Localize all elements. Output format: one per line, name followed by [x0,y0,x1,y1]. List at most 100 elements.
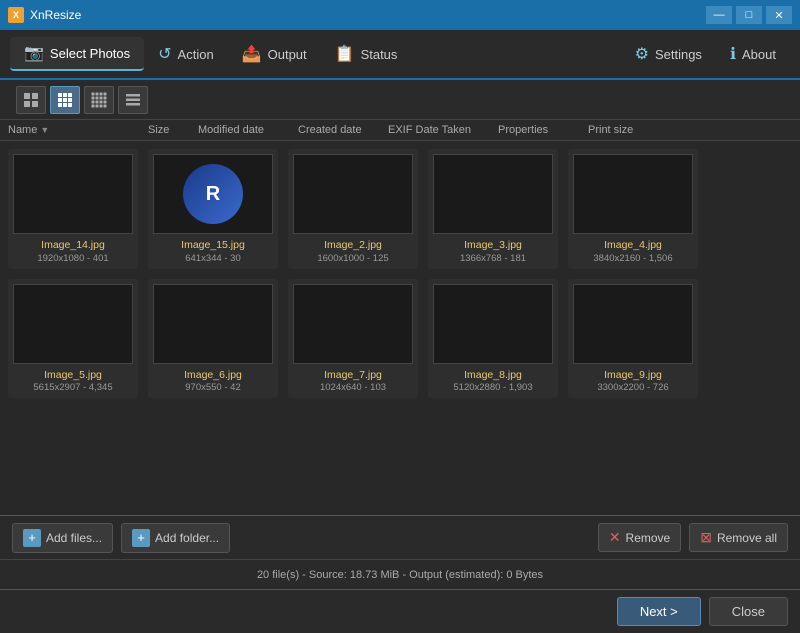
col-header-name[interactable]: Name ▼ [8,124,148,136]
action-icon: ↺ [158,44,171,64]
menu-action[interactable]: ↺ Action [144,38,228,70]
thumbnail-2 [293,154,413,234]
thumbnail-9 [573,284,693,364]
image-item-9[interactable]: Image_9.jpg 3300x2200 - 726 [568,279,698,399]
thumbnail-5 [13,284,133,364]
image-name-0: Image_14.jpg [41,238,105,253]
small-grid-view-button[interactable] [84,86,114,114]
add-folder-button[interactable]: + Add folder... [121,523,230,553]
select-photos-label: Select Photos [50,46,130,61]
about-label: About [742,47,776,62]
next-button[interactable]: Next > [617,597,701,626]
thumbnail-4 [573,154,693,234]
image-info-1: 641x344 - 30 [185,253,240,264]
image-info-5: 5615x2907 - 4,345 [33,382,112,393]
large-grid-view-button[interactable] [16,86,46,114]
status-label: Status [361,47,398,62]
thumbnail-8 [433,284,553,364]
image-item-1[interactable]: R Image_15.jpg 641x344 - 30 [148,149,278,269]
close-window-button[interactable]: ✕ [766,6,792,24]
menu-about[interactable]: ℹ About [716,38,790,70]
thumbnail-7 [293,284,413,364]
col-header-print-size[interactable]: Print size [588,124,658,136]
minimize-button[interactable]: — [706,6,732,24]
status-text: 20 file(s) - Source: 18.73 MiB - Output … [257,569,543,581]
image-item-4[interactable]: Image_4.jpg 3840x2160 - 1,506 [568,149,698,269]
grid-row: Image_14.jpg 1920x1080 - 401 R Image_15.… [8,149,792,269]
image-item-7[interactable]: Image_7.jpg 1024x640 - 103 [288,279,418,399]
select-photos-icon: 📷 [24,43,44,63]
add-files-label: Add files... [46,531,102,545]
file-area: Name ▼ Size Modified date Created date E… [0,120,800,515]
image-name-1: Image_15.jpg [181,238,245,253]
app-title: XnResize [30,8,706,22]
col-header-size[interactable]: Size [148,124,198,136]
menu-status[interactable]: 📋 Status [321,38,412,70]
view-toolbar [0,80,800,120]
settings-icon: ⚙ [635,44,649,64]
image-info-6: 970x550 - 42 [185,382,240,393]
remove-button[interactable]: ✕ Remove [598,523,681,552]
image-item-2[interactable]: Image_2.jpg 1600x1000 - 125 [288,149,418,269]
image-name-8: Image_8.jpg [464,368,522,383]
remove-all-button[interactable]: ⊠ Remove all [689,523,788,552]
remove-all-label: Remove all [717,531,777,545]
image-name-2: Image_2.jpg [324,238,382,253]
thumbnail-0 [13,154,133,234]
menu-settings[interactable]: ⚙ Settings [621,38,716,70]
sort-arrow-name: ▼ [40,125,49,135]
remove-x-icon: ✕ [609,529,621,546]
image-info-9: 3300x2200 - 726 [597,382,668,393]
menu-output[interactable]: 📤 Output [228,38,321,70]
add-files-icon: + [23,529,41,547]
output-label: Output [268,47,307,62]
image-info-7: 1024x640 - 103 [320,382,386,393]
menu-bar: 📷 Select Photos ↺ Action 📤 Output 📋 Stat… [0,30,800,80]
menu-select-photos[interactable]: 📷 Select Photos [10,37,144,71]
output-icon: 📤 [242,44,262,64]
thumbnail-3 [433,154,553,234]
maximize-button[interactable]: □ [736,6,762,24]
thumbnail-6 [153,284,273,364]
add-folder-icon: + [132,529,150,547]
nav-bar: Next > Close [0,589,800,633]
image-name-4: Image_4.jpg [604,238,662,253]
image-item-3[interactable]: Image_3.jpg 1366x768 - 181 [428,149,558,269]
col-header-modified[interactable]: Modified date [198,124,298,136]
image-name-7: Image_7.jpg [324,368,382,383]
list-view-button[interactable] [118,86,148,114]
image-name-9: Image_9.jpg [604,368,662,383]
settings-label: Settings [655,47,702,62]
app-icon: X [8,7,24,23]
app-icon-text: X [13,10,19,20]
close-button[interactable]: Close [709,597,788,626]
image-name-5: Image_5.jpg [44,368,102,383]
remove-label: Remove [626,531,671,545]
image-name-6: Image_6.jpg [184,368,242,383]
col-header-properties[interactable]: Properties [498,124,588,136]
action-label: Action [178,47,214,62]
about-icon: ℹ [730,44,736,64]
image-info-3: 1366x768 - 181 [460,253,526,264]
medium-grid-view-button[interactable] [50,86,80,114]
add-folder-label: Add folder... [155,531,219,545]
image-item-8[interactable]: Image_8.jpg 5120x2880 - 1,903 [428,279,558,399]
title-bar: X XnResize — □ ✕ [0,0,800,30]
remove-all-icon: ⊠ [700,529,712,546]
image-info-4: 3840x2160 - 1,506 [593,253,672,264]
column-headers: Name ▼ Size Modified date Created date E… [0,120,800,141]
status-icon: 📋 [335,44,355,64]
image-item-0[interactable]: Image_14.jpg 1920x1080 - 401 [8,149,138,269]
window-controls: — □ ✕ [706,6,792,24]
thumbnail-1: R [153,154,273,234]
image-item-6[interactable]: Image_6.jpg 970x550 - 42 [148,279,278,399]
logo-circle: R [183,164,243,224]
image-info-2: 1600x1000 - 125 [317,253,388,264]
col-header-exif[interactable]: EXIF Date Taken [388,124,498,136]
grid-row: Image_5.jpg 5615x2907 - 4,345 Image_6.jp… [8,279,792,399]
image-info-0: 1920x1080 - 401 [37,253,108,264]
image-grid[interactable]: Image_14.jpg 1920x1080 - 401 R Image_15.… [0,141,800,515]
image-item-5[interactable]: Image_5.jpg 5615x2907 - 4,345 [8,279,138,399]
add-files-button[interactable]: + Add files... [12,523,113,553]
col-header-created[interactable]: Created date [298,124,388,136]
